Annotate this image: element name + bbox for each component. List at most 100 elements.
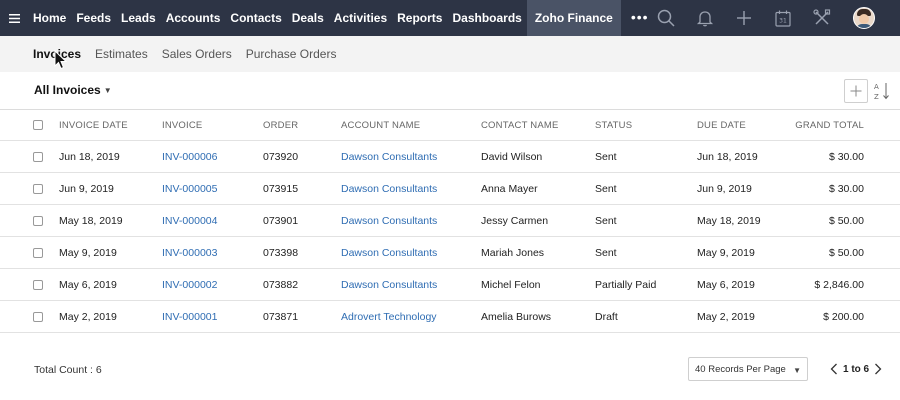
table-row[interactable]: Jun 9, 2019 INV-000005 073915 Dawson Con… <box>0 173 900 205</box>
search-icon[interactable] <box>646 0 685 36</box>
nav-icon-group: 31 <box>646 0 875 36</box>
table-row[interactable]: May 6, 2019 INV-000002 073882 Dawson Con… <box>0 269 900 301</box>
invoice-link[interactable]: INV-000006 <box>162 141 262 172</box>
mouse-cursor-icon <box>54 50 68 70</box>
column-header[interactable]: INVOICE DATE <box>59 110 159 140</box>
status-cell: Sent <box>595 150 617 163</box>
contact-cell: David Wilson <box>481 150 543 163</box>
tools-icon[interactable] <box>802 0 841 36</box>
svg-text:Z: Z <box>874 93 879 101</box>
contact-cell: Jessy Carmen <box>481 214 549 227</box>
sort-az-icon[interactable]: A Z <box>874 81 890 101</box>
menu-icon[interactable] <box>0 0 28 36</box>
select-all-checkbox-cell <box>33 110 45 140</box>
table-row[interactable]: Jun 18, 2019 INV-000006 073920 Dawson Co… <box>0 141 900 173</box>
invoices-table: INVOICE DATE INVOICE ORDER ACCOUNT NAME … <box>0 110 900 333</box>
order-cell: 073920 <box>263 150 299 163</box>
order-cell: 073398 <box>263 246 299 259</box>
bell-icon[interactable] <box>685 0 724 36</box>
select-all-checkbox[interactable] <box>33 120 43 130</box>
row-checkbox[interactable] <box>33 215 43 226</box>
pagination: 1 to 6 <box>828 361 884 377</box>
column-header[interactable]: GRAND TOTAL <box>770 110 864 140</box>
svg-text:A: A <box>874 83 879 91</box>
nav-reports[interactable]: Reports <box>392 0 447 36</box>
account-link[interactable]: Dawson Consultants <box>341 141 481 172</box>
column-header[interactable]: STATUS <box>595 110 697 140</box>
top-nav: Home Feeds Leads Accounts Contacts Deals… <box>0 0 900 36</box>
nav-contacts[interactable]: Contacts <box>225 0 286 36</box>
nav-deals[interactable]: Deals <box>287 0 329 36</box>
row-checkbox-cell <box>33 141 45 172</box>
invoice-link[interactable]: INV-000002 <box>162 269 262 300</box>
add-invoice-button[interactable] <box>844 79 868 103</box>
list-toolbar: All Invoices ▼ A Z <box>0 72 900 110</box>
row-checkbox-cell <box>33 173 45 204</box>
invoice-link[interactable]: INV-000005 <box>162 173 262 204</box>
total-count-label: Total Count : 6 <box>34 364 102 376</box>
column-header[interactable]: CONTACT NAME <box>481 110 595 140</box>
row-checkbox-cell <box>33 269 45 300</box>
row-checkbox-cell <box>33 205 45 236</box>
svg-text:31: 31 <box>779 17 787 24</box>
chevron-right-icon[interactable] <box>872 362 884 376</box>
calendar-icon[interactable]: 31 <box>763 0 802 36</box>
records-per-page-select[interactable]: 40 Records Per Page ▼ <box>688 357 808 381</box>
status-cell: Partially Paid <box>595 278 657 291</box>
column-header[interactable]: ORDER <box>263 110 341 140</box>
invoice-link[interactable]: INV-000004 <box>162 205 262 236</box>
row-checkbox[interactable] <box>33 247 43 258</box>
contact-cell: Amelia Burows <box>481 310 552 323</box>
tab-sales-orders[interactable]: Sales Orders <box>162 47 232 61</box>
plus-icon[interactable] <box>724 0 763 36</box>
avatar[interactable] <box>853 7 875 29</box>
table-row[interactable]: May 9, 2019 INV-000003 073398 Dawson Con… <box>0 237 900 269</box>
account-link[interactable]: Adrovert Technology <box>341 301 481 332</box>
grand-total-cell: $ 30.00 <box>828 150 864 163</box>
column-header[interactable]: INVOICE <box>162 110 262 140</box>
nav-activities[interactable]: Activities <box>329 0 392 36</box>
status-cell: Draft <box>595 310 618 323</box>
table-row[interactable]: May 2, 2019 INV-000001 073871 Adrovert T… <box>0 301 900 333</box>
contact-cell: Mariah Jones <box>481 246 545 259</box>
contact-cell: Michel Felon <box>481 278 541 291</box>
account-link[interactable]: Dawson Consultants <box>341 205 481 236</box>
nav-dashboards[interactable]: Dashboards <box>447 0 526 36</box>
grand-total-cell: $ 30.00 <box>828 182 864 195</box>
nav-leads[interactable]: Leads <box>116 0 161 36</box>
table-header-row: INVOICE DATE INVOICE ORDER ACCOUNT NAME … <box>0 110 900 141</box>
row-checkbox[interactable] <box>33 183 43 194</box>
nav-zoho-finance[interactable]: Zoho Finance <box>526 0 621 36</box>
account-link[interactable]: Dawson Consultants <box>341 237 481 268</box>
account-link[interactable]: Dawson Consultants <box>341 173 481 204</box>
records-per-page-value: 40 Records Per Page <box>695 363 786 375</box>
table-row[interactable]: May 18, 2019 INV-000004 073901 Dawson Co… <box>0 205 900 237</box>
tab-purchase-orders[interactable]: Purchase Orders <box>246 47 337 61</box>
nav-accounts[interactable]: Accounts <box>161 0 226 36</box>
invoice-date-cell: May 6, 2019 <box>59 278 117 291</box>
account-link[interactable]: Dawson Consultants <box>341 269 481 300</box>
plus-icon <box>850 85 862 97</box>
order-cell: 073915 <box>263 182 299 195</box>
row-checkbox-cell <box>33 301 45 332</box>
order-cell: 073871 <box>263 310 299 323</box>
invoice-date-cell: Jun 9, 2019 <box>59 182 114 195</box>
invoice-date-cell: Jun 18, 2019 <box>59 150 120 163</box>
column-header[interactable]: ACCOUNT NAME <box>341 110 481 140</box>
row-checkbox[interactable] <box>33 279 43 290</box>
contact-cell: Anna Mayer <box>481 182 538 195</box>
tab-estimates[interactable]: Estimates <box>95 47 148 61</box>
invoice-date-cell: May 9, 2019 <box>59 246 117 259</box>
view-selector[interactable]: All Invoices ▼ <box>34 83 112 97</box>
invoice-link[interactable]: INV-000001 <box>162 301 262 332</box>
row-checkbox[interactable] <box>33 311 43 322</box>
view-selector-label: All Invoices <box>34 83 101 97</box>
nav-home[interactable]: Home <box>28 0 71 36</box>
chevron-left-icon[interactable] <box>828 362 840 376</box>
invoice-link[interactable]: INV-000003 <box>162 237 262 268</box>
row-checkbox[interactable] <box>33 151 43 162</box>
page-range-label: 1 to 6 <box>843 363 870 375</box>
order-cell: 073882 <box>263 278 299 291</box>
nav-feeds[interactable]: Feeds <box>71 0 116 36</box>
status-cell: Sent <box>595 182 617 195</box>
